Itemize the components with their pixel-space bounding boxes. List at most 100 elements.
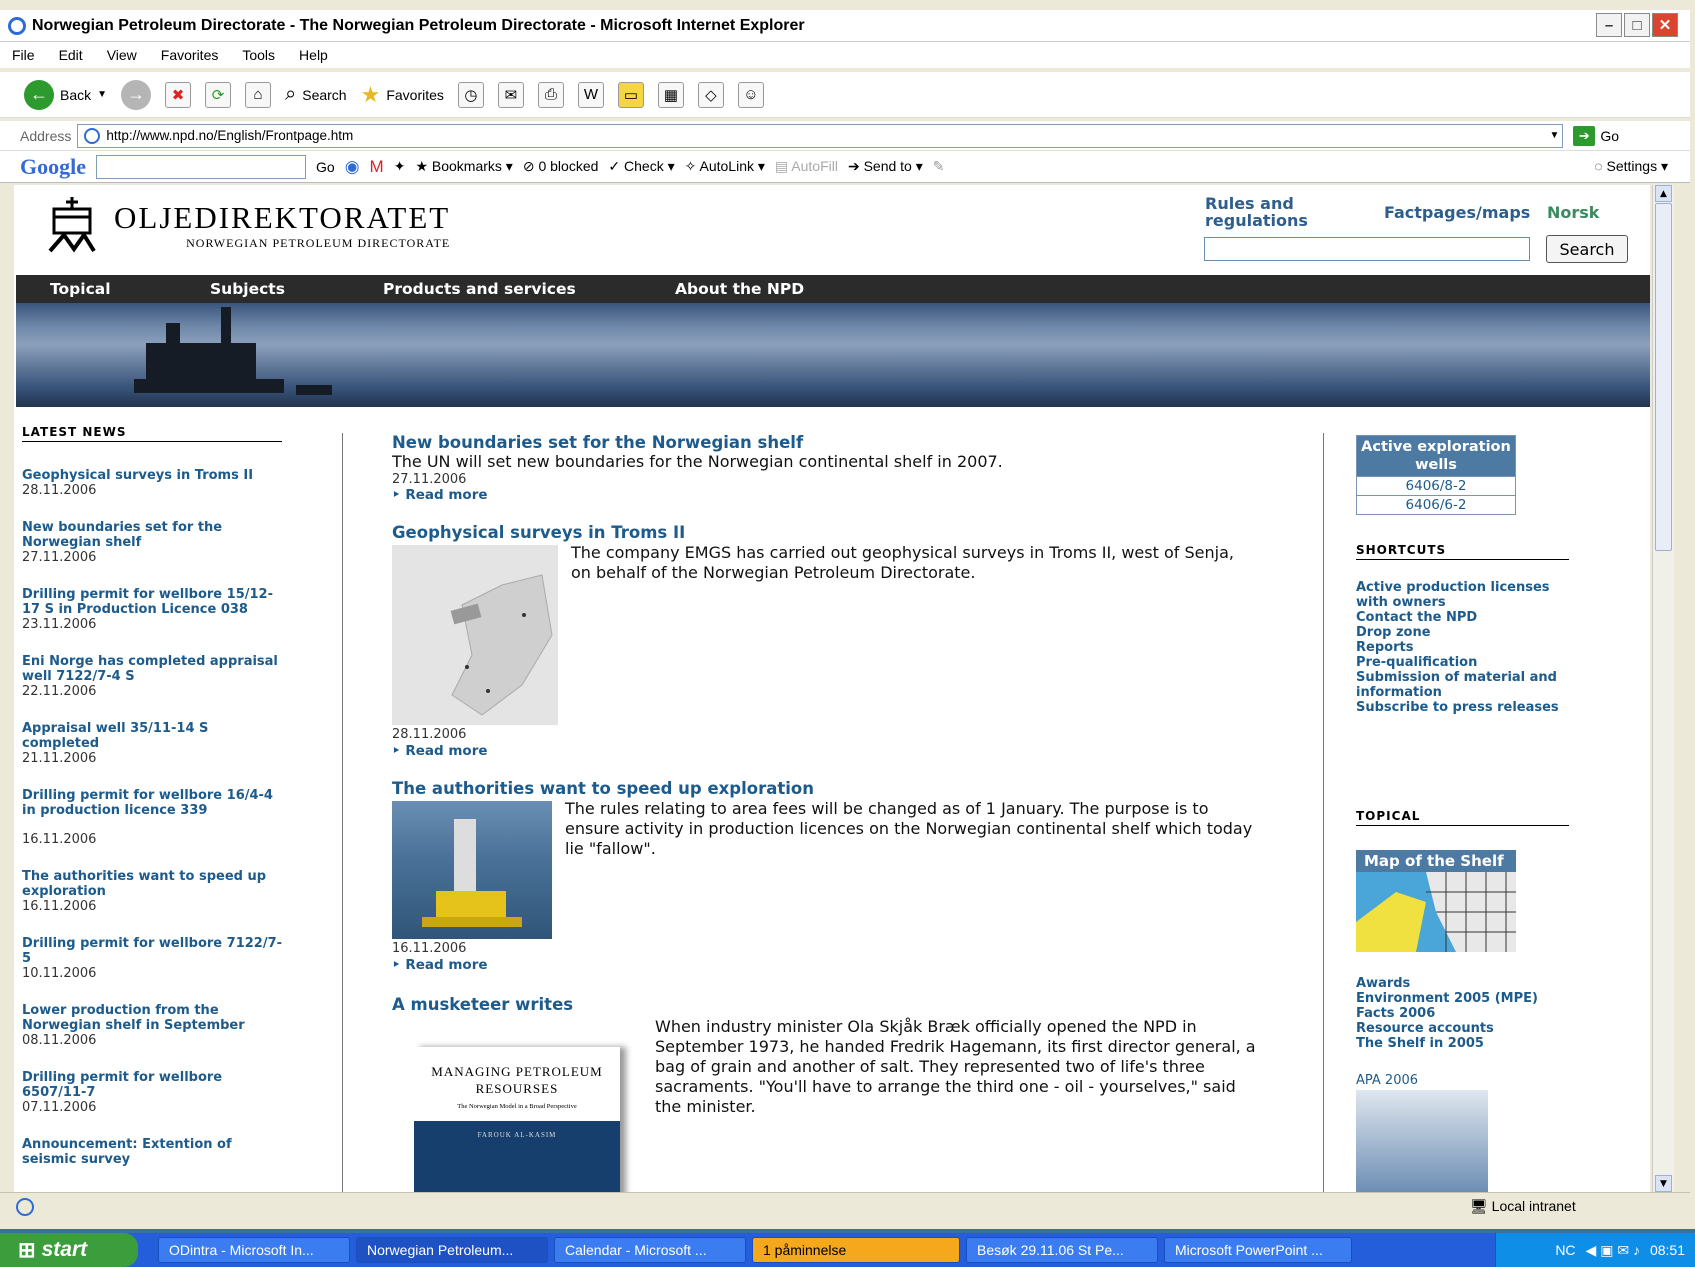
vertical-scrollbar[interactable]: ▲ ▼ (1652, 185, 1674, 1192)
google-go-button[interactable]: Go (316, 159, 335, 175)
menu-favorites[interactable]: Favorites (149, 47, 231, 63)
forward-button[interactable]: → (121, 79, 152, 110)
minimize-icon[interactable]: – (1596, 13, 1622, 37)
scroll-down-icon[interactable]: ▼ (1655, 1175, 1672, 1192)
google-search-input[interactable] (96, 154, 306, 179)
tray-icons[interactable]: ◀ ▣ ✉ ♪ (1586, 1242, 1640, 1259)
shortcut-link[interactable]: Pre-qualification (1356, 655, 1576, 670)
drilling-rig-thumbnail[interactable] (392, 801, 552, 939)
popup-blocker[interactable]: ⊘ 0 blocked (523, 158, 599, 175)
list-item[interactable]: Eni Norge has completed appraisal well 7… (22, 654, 282, 699)
list-item[interactable]: New boundaries set for the Norwegian she… (22, 520, 282, 565)
book-cover-image[interactable]: MANAGING PETROLEUM RESOURSES The Norwegi… (414, 1047, 620, 1192)
apa-image[interactable] (1356, 1090, 1488, 1192)
article-title[interactable]: Geophysical surveys in Troms II (392, 523, 1262, 542)
autofill-button[interactable]: ▤ AutoFill (775, 158, 838, 175)
map-of-shelf-link[interactable]: Map of the Shelf (1356, 850, 1516, 872)
spellcheck-button[interactable]: ✓ Check ▾ (608, 158, 674, 175)
list-item[interactable]: Geophysical surveys in Troms II 28.11.20… (22, 468, 282, 498)
menu-edit[interactable]: Edit (47, 47, 95, 63)
home-icon[interactable]: ⌂ (245, 81, 272, 108)
shortcut-link[interactable]: Reports (1356, 640, 1576, 655)
chevron-down-icon[interactable]: ▼ (1549, 130, 1559, 141)
stop-icon[interactable]: ✖ (165, 81, 192, 108)
sendto-button[interactable]: ➔ Send to ▾ (848, 158, 923, 175)
list-item[interactable]: Announcement: Extention of seismic surve… (22, 1137, 282, 1167)
favorites-button[interactable]: ★ Favorites (361, 82, 444, 108)
shortcut-link[interactable]: Drop zone (1356, 625, 1576, 640)
well-link[interactable]: 6406/8-2 (1357, 476, 1515, 495)
bookmarks-button[interactable]: ★ Bookmarks ▾ (415, 158, 512, 175)
search-button[interactable]: ⌕ Search (285, 83, 347, 106)
messenger-icon[interactable]: ☺ (737, 81, 764, 108)
list-item[interactable]: Drilling permit for wellbore 6507/11-7 0… (22, 1070, 282, 1115)
article-title[interactable]: New boundaries set for the Norwegian she… (392, 433, 1262, 452)
shortcut-link[interactable]: Subscribe to press releases (1356, 700, 1576, 715)
taskbar-item[interactable]: Calendar - Microsoft ... (554, 1237, 746, 1263)
nav-products[interactable]: Products and services (383, 280, 576, 298)
nav-about[interactable]: About the NPD (675, 280, 804, 298)
taskbar-item[interactable]: 1 påminnelse (752, 1237, 960, 1263)
taskbar-item[interactable]: ODintra - Microsoft In... (158, 1237, 350, 1263)
rules-link[interactable]: Rules and regulations (1205, 195, 1325, 229)
menu-file[interactable]: File (0, 47, 47, 63)
shortcut-link[interactable]: Contact the NPD (1356, 610, 1576, 625)
topical-link[interactable]: Awards (1356, 976, 1576, 991)
topical-link[interactable]: The Shelf in 2005 (1356, 1036, 1576, 1051)
tool-icon[interactable]: ✦ (394, 158, 406, 175)
nav-topical[interactable]: Topical (50, 280, 111, 298)
autolink-button[interactable]: ✧ AutoLink ▾ (685, 158, 765, 175)
scroll-thumb[interactable] (1655, 203, 1672, 551)
address-input[interactable]: http://www.npd.no/English/Frontpage.htm … (77, 123, 1564, 148)
maximize-icon[interactable]: □ (1624, 13, 1650, 37)
settings-button[interactable]: ◌ Settings ▾ (1594, 158, 1690, 175)
list-item[interactable]: Drilling permit for wellbore 15/12-17 S … (22, 587, 282, 632)
scroll-up-icon[interactable]: ▲ (1655, 185, 1672, 202)
read-more-link[interactable]: ‣ Read more (392, 957, 488, 973)
research-icon[interactable]: ▦ (657, 81, 684, 108)
language-indicator[interactable]: NC (1555, 1242, 1575, 1258)
note-icon[interactable]: ▭ (617, 81, 644, 108)
refresh-icon[interactable]: ⟳ (205, 81, 232, 108)
menu-help[interactable]: Help (287, 47, 340, 63)
globe-icon[interactable]: ◉ (345, 157, 360, 177)
apa-link[interactable]: APA 2006 (1356, 1073, 1576, 1088)
topical-link[interactable]: Facts 2006 (1356, 1006, 1576, 1021)
read-more-link[interactable]: ‣ Read more (392, 743, 488, 759)
site-search-button[interactable]: Search (1546, 235, 1628, 263)
list-item[interactable]: Drilling permit for wellbore 7122/7-5 10… (22, 936, 282, 981)
close-icon[interactable]: ✕ (1652, 13, 1678, 37)
clock[interactable]: 08:51 (1650, 1242, 1685, 1258)
list-item[interactable]: Lower production from the Norwegian shel… (22, 1003, 282, 1048)
shortcut-link[interactable]: Submission of material and information (1356, 670, 1576, 700)
start-button[interactable]: ⊞ start (0, 1233, 138, 1267)
pencil-icon[interactable]: ✎ (933, 158, 945, 175)
well-link[interactable]: 6406/6-2 (1357, 495, 1515, 514)
shortcut-link[interactable]: Active production licenses with owners (1356, 580, 1576, 610)
site-search-input[interactable] (1204, 237, 1530, 261)
chevron-down-icon[interactable]: ▼ (97, 89, 107, 100)
taskbar-item[interactable]: Besøk 29.11.06 St Pe... (966, 1237, 1158, 1263)
list-item[interactable]: Drilling permit for wellbore 16/4-4 in p… (22, 788, 282, 847)
taskbar-item[interactable]: Norwegian Petroleum... (356, 1237, 548, 1263)
norsk-link[interactable]: Norsk (1547, 203, 1599, 222)
topical-link[interactable]: Resource accounts (1356, 1021, 1576, 1036)
taskbar-item[interactable]: Microsoft PowerPoint ... (1164, 1237, 1352, 1263)
factpages-link[interactable]: Factpages/maps (1384, 203, 1530, 222)
go-button[interactable]: ➔ Go (1563, 125, 1619, 146)
menu-view[interactable]: View (95, 47, 149, 63)
read-more-link[interactable]: ‣ Read more (392, 487, 1262, 503)
shelf-map-image[interactable] (1356, 872, 1516, 952)
print-icon[interactable]: ⎙ (537, 81, 564, 108)
map-thumbnail[interactable] (392, 545, 558, 725)
gmail-icon[interactable]: M (370, 157, 384, 177)
topical-link[interactable]: Environment 2005 (MPE) (1356, 991, 1576, 1006)
site-logo[interactable]: OLJEDIREKTORATET NORWEGIAN PETROLEUM DIR… (44, 195, 450, 255)
history-icon[interactable]: ◷ (457, 81, 484, 108)
back-button[interactable]: ← Back ▼ (24, 79, 107, 110)
article-title[interactable]: A musketeer writes (392, 995, 1262, 1014)
article-title[interactable]: The authorities want to speed up explora… (392, 779, 1262, 798)
list-item[interactable]: The authorities want to speed up explora… (22, 869, 282, 914)
nav-subjects[interactable]: Subjects (210, 280, 285, 298)
menu-tools[interactable]: Tools (230, 47, 287, 63)
